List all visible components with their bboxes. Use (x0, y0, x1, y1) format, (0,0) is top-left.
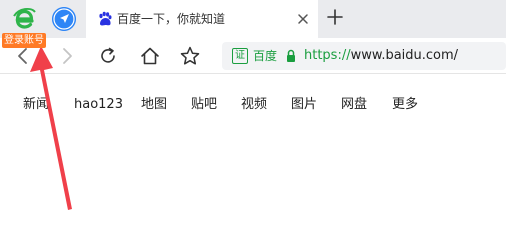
link-video[interactable]: 视频 (241, 96, 267, 114)
link-more[interactable]: 更多 (392, 96, 418, 114)
tab-title: 百度一下，你就知道 (117, 12, 226, 26)
baidu-paw-icon (99, 11, 112, 26)
new-tab-plus-icon[interactable] (326, 8, 344, 26)
reload-icon[interactable] (97, 45, 119, 67)
link-images[interactable]: 图片 (291, 96, 317, 114)
login-account-badge[interactable]: 登录账号 (2, 33, 46, 48)
address-bar[interactable]: 证 百度 https://www.baidu.com/ (222, 42, 506, 70)
certificate-label[interactable]: 百度 (253, 48, 277, 64)
link-news[interactable]: 新闻 (23, 96, 49, 114)
tab-strip: 登录账号 百度一下，你就知道 (0, 0, 506, 48)
url-host: www.baidu.com/ (350, 48, 459, 63)
url-text[interactable]: https://www.baidu.com/ (304, 47, 458, 65)
chevron-left-icon[interactable] (12, 45, 34, 67)
close-icon[interactable] (294, 10, 312, 28)
browser-logo-icon[interactable] (11, 6, 37, 32)
url-scheme: https:// (304, 48, 351, 63)
home-icon[interactable] (139, 45, 161, 67)
link-map[interactable]: 地图 (141, 96, 167, 114)
chevron-right-icon[interactable] (56, 45, 78, 67)
toolbar: 证 百度 https://www.baidu.com/ (0, 38, 506, 74)
star-icon[interactable] (179, 45, 201, 67)
lock-icon[interactable] (285, 48, 297, 64)
link-hao123[interactable]: hao123 (74, 96, 123, 114)
tab-baidu[interactable]: 百度一下，你就知道 (86, 0, 318, 38)
navigation-compass-icon[interactable] (52, 7, 76, 31)
link-netdisk[interactable]: 网盘 (341, 96, 367, 114)
link-tieba[interactable]: 贴吧 (191, 96, 217, 114)
certificate-badge[interactable]: 证 (232, 48, 248, 64)
